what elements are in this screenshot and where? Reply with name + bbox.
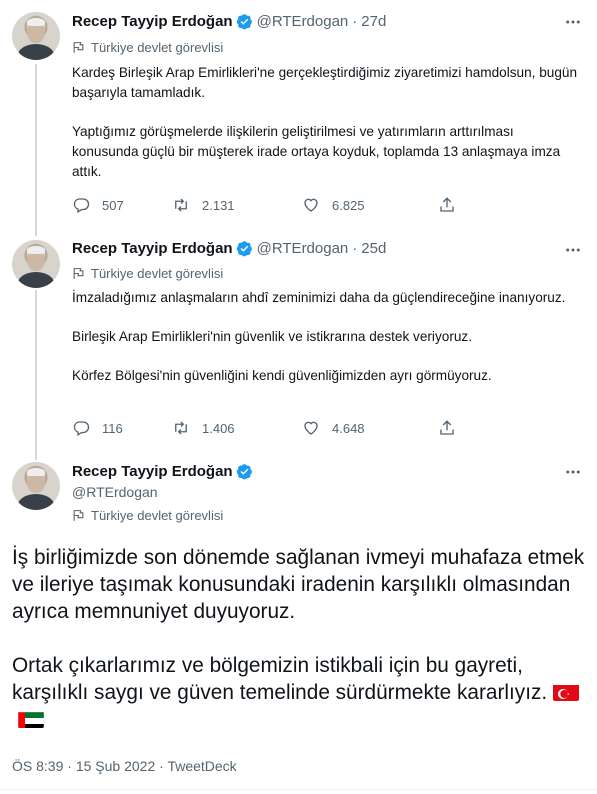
tweet-actions: 116 1.406 4.648 <box>72 419 502 437</box>
share-button[interactable] <box>438 196 456 214</box>
tweet-paragraph-2: Ortak çıkarlarımız ve bölgemizin istikba… <box>12 652 587 733</box>
like-button[interactable]: 6.825 <box>302 196 438 214</box>
reply-icon <box>73 421 90 436</box>
tweet-paragraph: Yaptığımız görüşmelerde ilişkilerin geli… <box>72 124 561 179</box>
author-name[interactable]: Recep Tayyip Erdoğan <box>72 240 233 257</box>
share-icon <box>440 197 454 212</box>
share-icon <box>440 420 454 435</box>
author-name[interactable]: Recep Tayyip Erdoğan <box>72 13 233 30</box>
government-label[interactable]: Türkiye devlet görevlisi <box>72 40 223 55</box>
label-text: Türkiye devlet görevlisi <box>91 40 224 55</box>
reply-icon <box>73 198 90 213</box>
verified-badge-icon <box>236 464 252 480</box>
retweet-button[interactable]: 1.406 <box>172 419 302 437</box>
reply-button[interactable]: 116 <box>72 419 172 437</box>
retweet-button[interactable]: 2.131 <box>172 196 302 214</box>
tweet-date[interactable]: 15 Şub 2022 <box>76 758 155 774</box>
uae-flag-icon <box>18 710 44 728</box>
tweet-header: Recep Tayyip Erdoğan @RTErdogan · 25d <box>72 240 386 257</box>
retweet-icon <box>175 421 187 435</box>
tweet-paragraph: İş birliğimizde son dönemde sağlanan ivm… <box>12 546 585 623</box>
share-button[interactable] <box>438 419 456 437</box>
reply-count: 116 <box>102 420 123 436</box>
separator-dot: · <box>352 13 358 30</box>
tweet-time[interactable]: 25d <box>361 240 386 257</box>
flag-icon <box>73 268 84 279</box>
tweet-2[interactable]: Recep Tayyip Erdoğan @RTErdogan · 25d Tü… <box>0 236 597 460</box>
separator-dot: · <box>159 758 164 774</box>
government-label[interactable]: Türkiye devlet görevlisi <box>72 508 223 523</box>
tweet-paragraph: Ortak çıkarlarımız ve bölgemizin istikba… <box>12 654 548 704</box>
label-text: Türkiye devlet görevlisi <box>91 266 224 281</box>
like-count: 6.825 <box>332 197 365 213</box>
avatar[interactable] <box>12 462 60 510</box>
tweet-paragraph: Birleşik Arap Emirlikleri'nin güvenlik v… <box>72 329 472 344</box>
author-name[interactable]: Recep Tayyip Erdoğan <box>72 463 233 480</box>
tweet-paragraph: İmzaladığımız anlaşmaların ahdî zeminimi… <box>72 290 566 305</box>
author-handle[interactable]: @RTErdogan <box>257 240 349 257</box>
tweet-timestamp[interactable]: ÖS 8:39 <box>12 758 63 774</box>
tweet-1[interactable]: Recep Tayyip Erdoğan @RTErdogan · 27d Tü… <box>0 0 597 236</box>
flag-icon <box>73 42 84 53</box>
tweet-header: Recep Tayyip Erdoğan <box>72 463 253 480</box>
separator-dot: · <box>67 758 72 774</box>
tweet-meta: ÖS 8:39 · 15 Şub 2022 · TweetDeck <box>12 758 237 774</box>
label-text: Türkiye devlet görevlisi <box>91 508 224 523</box>
flag-icon <box>73 510 84 521</box>
tweet-source[interactable]: TweetDeck <box>167 758 236 774</box>
tweet-time[interactable]: 27d <box>361 13 386 30</box>
like-count: 4.648 <box>332 420 365 436</box>
tweet-actions: 507 2.131 6.825 <box>72 196 502 214</box>
government-label[interactable]: Türkiye devlet görevlisi <box>72 266 223 281</box>
avatar[interactable] <box>12 12 60 60</box>
verified-badge-icon <box>236 14 252 30</box>
author-handle[interactable]: @RTErdogan <box>257 13 349 30</box>
heart-icon <box>304 421 318 435</box>
reply-button[interactable]: 507 <box>72 196 172 214</box>
heart-icon <box>304 198 318 212</box>
turkey-flag-icon <box>553 683 580 701</box>
tweet-header: Recep Tayyip Erdoğan @RTErdogan · 27d <box>72 13 386 30</box>
tweet-text: İmzaladığımız anlaşmaların ahdî zeminimi… <box>72 288 577 386</box>
tweet-text: Kardeş Birleşik Arap Emirlikleri'ne gerç… <box>72 63 577 182</box>
divider <box>0 789 597 790</box>
more-options-icon[interactable] <box>563 12 583 32</box>
retweet-count: 2.131 <box>202 197 235 213</box>
main-tweet: Recep Tayyip Erdoğan @RTErdogan Türkiye … <box>0 460 597 794</box>
author-handle-row: @RTErdogan <box>72 484 158 500</box>
tweet-paragraph: Kardeş Birleşik Arap Emirlikleri'ne gerç… <box>72 65 577 100</box>
retweet-icon <box>175 198 187 212</box>
author-handle[interactable]: @RTErdogan <box>72 484 158 500</box>
more-options-icon[interactable] <box>563 462 583 482</box>
reply-count: 507 <box>102 197 124 213</box>
retweet-count: 1.406 <box>202 420 235 436</box>
like-button[interactable]: 4.648 <box>302 419 438 437</box>
tweet-paragraph: Körfez Bölgesi'nin güvenliğini kendi güv… <box>72 368 492 383</box>
separator-dot: · <box>352 240 358 257</box>
main-tweet-text: İş birliğimizde son dönemde sağlanan ivm… <box>12 544 587 733</box>
verified-badge-icon <box>236 241 252 257</box>
avatar[interactable] <box>12 240 60 288</box>
more-options-icon[interactable] <box>563 240 583 260</box>
